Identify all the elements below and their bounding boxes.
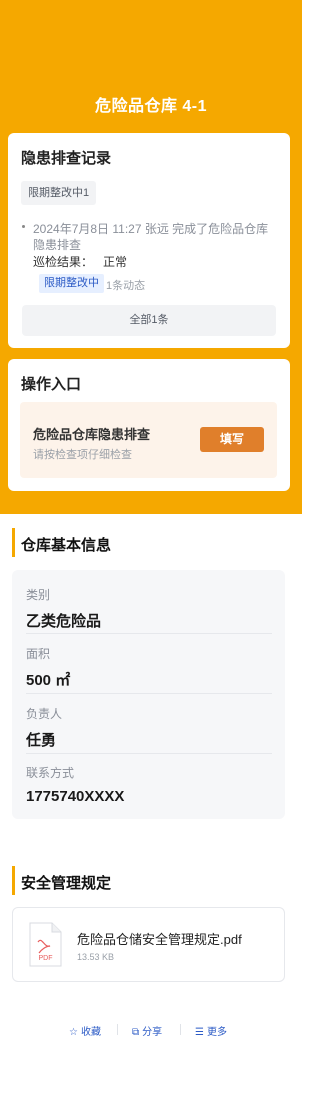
star-icon: ☆ (69, 1027, 78, 1038)
warehouse-info-heading: 仓库基本信息 (21, 537, 112, 554)
share-button[interactable]: ⧉ 分享 (132, 1023, 162, 1038)
info-value: 任勇 (26, 732, 57, 749)
share-icon: ⧉ (132, 1027, 140, 1038)
more-label: 更多 (206, 1027, 227, 1038)
info-label: 负责人 (26, 707, 63, 721)
records-heading: 隐患排查记录 (21, 150, 112, 167)
pdf-file-icon: PDF (28, 922, 62, 967)
info-label: 联系方式 (26, 766, 75, 780)
file-attachment[interactable]: PDF 危险品仓储安全管理规定.pdf 13.53 KB (12, 907, 285, 982)
regulations-heading: 安全管理规定 (21, 875, 112, 892)
record-result-label: 巡检结果： (33, 255, 94, 269)
more-button[interactable]: ☰ 更多 (195, 1023, 227, 1038)
share-label: 分享 (142, 1027, 163, 1038)
operations-heading: 操作入口 (21, 376, 82, 393)
task-title: 危险品仓库隐患排查 (33, 427, 151, 442)
info-row-owner: 负责人 任勇 (26, 705, 272, 754)
info-value: 500 ㎡ (26, 672, 71, 689)
page-title: 危险品仓库 4-1 (94, 98, 208, 115)
operations-card: 操作入口 危险品仓库隐患排查 请按检查项仔细检查 填写 (8, 359, 290, 491)
section-accent-bar (12, 866, 15, 895)
inspection-task[interactable]: 危险品仓库隐患排查 请按检查项仔细检查 填写 (20, 402, 277, 478)
view-all-button[interactable]: 全部1条 (22, 305, 276, 336)
status-filter-tag[interactable]: 限期整改中1 (21, 181, 97, 205)
activity-count[interactable]: 1条动态 (106, 277, 145, 293)
header-banner: 危险品仓库 4-1 隐患排查记录 限期整改中1 2024年7月8日 11:27 … (0, 0, 302, 514)
info-row-contact: 联系方式 1775740XXXX (26, 764, 272, 810)
record-result: 巡检结果： 正常 (33, 253, 127, 270)
info-value: 1775740XXXX (26, 788, 125, 805)
favorite-button[interactable]: ☆ 收藏 (69, 1023, 101, 1038)
info-label: 面积 (26, 647, 51, 661)
file-size: 13.53 KB (77, 952, 115, 962)
divider (180, 1024, 181, 1035)
timeline-dot (22, 225, 25, 228)
favorite-label: 收藏 (80, 1027, 101, 1038)
warehouse-info-panel: 类别 乙类危险品 面积 500 ㎡ 负责人 任勇 联系方式 1775740XXX… (12, 570, 285, 819)
section-accent-bar (12, 528, 15, 557)
info-value: 乙类危险品 (26, 613, 102, 630)
info-row-area: 面积 500 ㎡ (26, 645, 272, 694)
bottom-action-bar: ☆ 收藏 ⧉ 分享 ☰ 更多 (0, 1023, 302, 1038)
hazard-records-card: 隐患排查记录 限期整改中1 2024年7月8日 11:27 张远 完成了危险品仓… (8, 133, 290, 348)
info-label: 类别 (26, 588, 51, 602)
fill-button[interactable]: 填写 (200, 427, 264, 452)
record-result-value: 正常 (103, 255, 128, 269)
file-name: 危险品仓储安全管理规定.pdf (77, 932, 242, 947)
status-badge: 限期整改中 (39, 274, 104, 293)
info-row-category: 类别 乙类危险品 (26, 586, 272, 634)
task-subtitle: 请按检查项仔细检查 (33, 449, 132, 461)
menu-icon: ☰ (195, 1027, 204, 1038)
record-description: 2024年7月8日 11:27 张远 完成了危险品仓库隐患排查 (33, 222, 269, 252)
divider (117, 1024, 118, 1035)
pdf-icon-text: PDF (39, 955, 53, 962)
